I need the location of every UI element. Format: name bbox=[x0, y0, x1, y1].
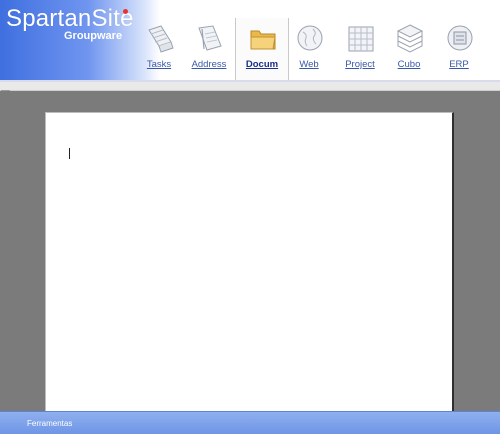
app-title: SpartanSite bbox=[6, 5, 134, 32]
erp-globe-icon bbox=[447, 25, 473, 51]
nav-label-erp: ERP bbox=[449, 59, 469, 70]
address-book-icon bbox=[198, 25, 222, 51]
nav-item-docum[interactable]: Docum bbox=[235, 18, 289, 80]
nav-label-web: Web bbox=[299, 59, 319, 70]
logo-dot-icon bbox=[123, 9, 128, 14]
toolbar-strip bbox=[0, 82, 500, 91]
tools-label[interactable]: Ferramentas bbox=[27, 419, 72, 428]
nav-item-project[interactable]: Project bbox=[334, 18, 386, 80]
project-grid-icon bbox=[348, 26, 374, 52]
app-header: SpartanSite Groupware Tasks Address Docu… bbox=[0, 0, 500, 82]
nav-label-project: Project bbox=[345, 59, 375, 70]
app-subtitle: Groupware bbox=[64, 30, 123, 42]
globe-icon bbox=[297, 25, 323, 51]
nav-item-tasks[interactable]: Tasks bbox=[133, 18, 185, 80]
folder-icon bbox=[250, 30, 276, 50]
text-caret bbox=[69, 148, 70, 159]
nav-label-docum: Docum bbox=[245, 59, 279, 70]
nav-label-address: Address bbox=[191, 59, 227, 70]
status-bar: Ferramentas bbox=[0, 411, 500, 434]
nav-item-cubo[interactable]: Cubo bbox=[383, 18, 435, 80]
nav-item-erp[interactable]: ERP bbox=[433, 18, 485, 80]
cube-layers-icon bbox=[396, 24, 424, 53]
tasks-icon bbox=[148, 25, 174, 53]
nav-label-tasks: Tasks bbox=[146, 59, 172, 70]
nav-item-address[interactable]: Address bbox=[183, 18, 235, 80]
nav-item-web[interactable]: Web bbox=[283, 18, 335, 80]
nav-label-cubo: Cubo bbox=[397, 59, 421, 70]
document-page[interactable] bbox=[45, 112, 454, 412]
